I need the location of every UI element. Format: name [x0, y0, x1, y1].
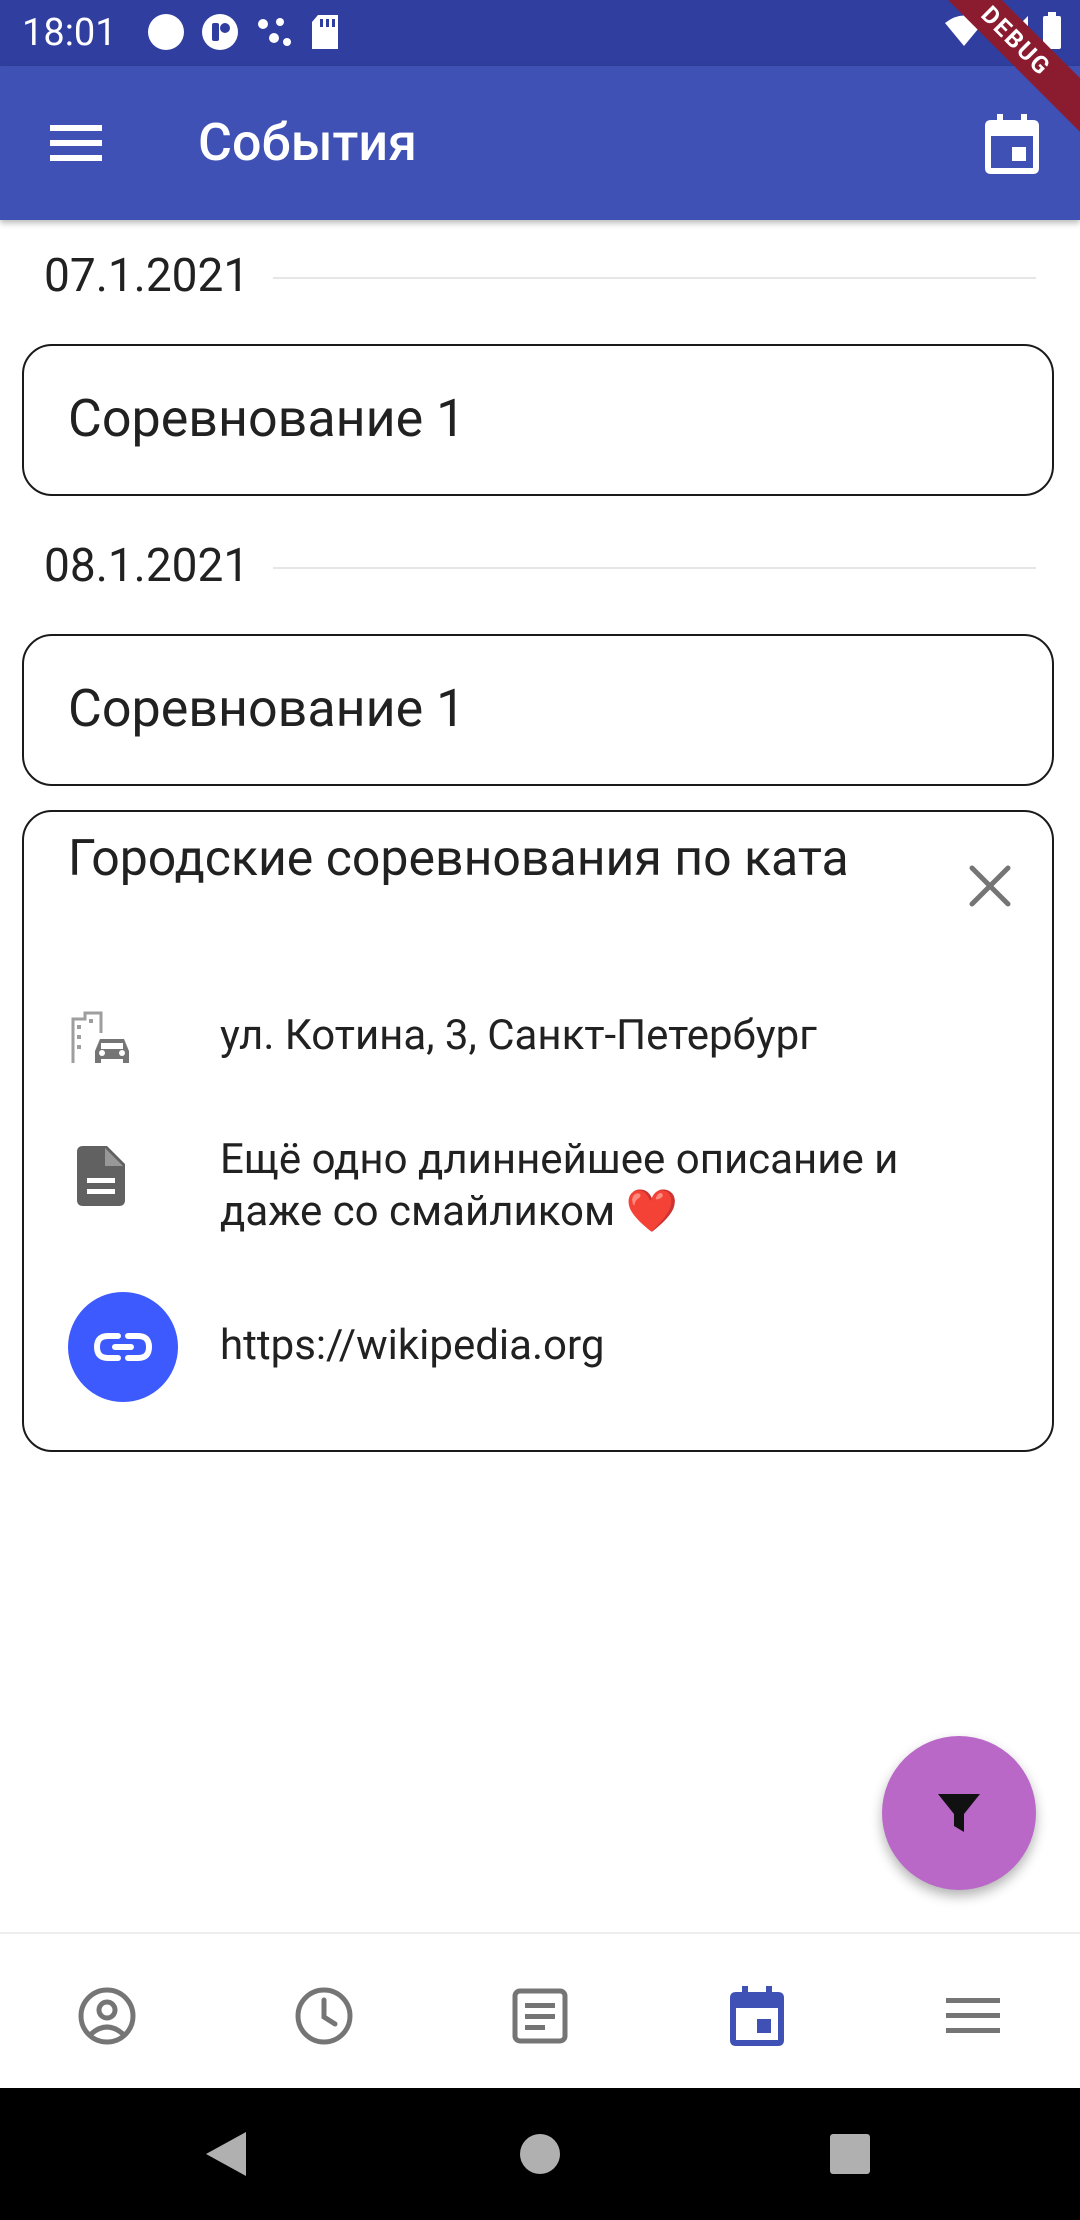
nav-articles[interactable]: [502, 1978, 578, 2054]
description-icon: [68, 1144, 134, 1208]
calendar-icon: [985, 114, 1039, 174]
close-icon: [969, 865, 1011, 907]
back-triangle-icon: [206, 2132, 246, 2176]
status-bar: 18:01: [0, 0, 1080, 66]
calendar-button[interactable]: [972, 104, 1052, 184]
date-divider: [273, 277, 1036, 279]
app-bar: События: [0, 66, 1080, 220]
hamburger-menu-icon: [50, 125, 102, 161]
date-label: 07.1.2021: [44, 249, 250, 303]
clock-icon: [295, 1987, 353, 2045]
system-back-button[interactable]: [196, 2124, 256, 2184]
status-time: 18:01: [22, 11, 117, 55]
system-home-button[interactable]: [510, 2124, 570, 2184]
event-address: ул. Котина, 3, Санкт-Петербург: [220, 1011, 817, 1060]
link-icon: [94, 1333, 152, 1361]
sd-card-icon: [312, 15, 338, 49]
nav-profile[interactable]: [69, 1978, 145, 2054]
expanded-event-card: Городские соревнования по ката ул. Котин…: [22, 810, 1054, 1452]
event-card[interactable]: Соревнование 1: [22, 634, 1054, 786]
recents-square-icon: [830, 2134, 870, 2174]
account-circle-icon: [78, 1987, 136, 2045]
bottom-navigation: [0, 1932, 1080, 2090]
calendar-icon: [730, 1986, 784, 2046]
event-title: Городские соревнования по ката: [68, 830, 849, 888]
link-button-wrap: [68, 1292, 178, 1402]
nav-history[interactable]: [286, 1978, 362, 2054]
article-icon: [512, 1988, 568, 2044]
event-title: Соревнование 1: [68, 678, 466, 739]
location-city-car-icon: [68, 1008, 134, 1068]
date-header: 07.1.2021: [44, 248, 1036, 304]
system-navigation-bar: [0, 2088, 1080, 2220]
nav-more[interactable]: [935, 1978, 1011, 2054]
notification-icons: [146, 12, 342, 52]
page-title: События: [198, 112, 417, 173]
system-recents-button[interactable]: [820, 2124, 880, 2184]
home-circle-icon: [520, 2134, 560, 2174]
filter-icon: [938, 1794, 980, 1832]
dots-notification-icon: [258, 18, 291, 46]
date-header: 08.1.2021: [44, 538, 1036, 594]
circle-notification-icon: [148, 14, 184, 50]
date-label: 08.1.2021: [44, 539, 250, 593]
event-title: Соревнование 1: [68, 388, 466, 449]
app-notification-icon: [202, 14, 238, 50]
event-link[interactable]: https://wikipedia.org: [220, 1320, 1000, 1372]
nav-events[interactable]: [719, 1978, 795, 2054]
event-description: Ещё одно длиннейшее описание и даже со с…: [220, 1135, 899, 1236]
open-link-button[interactable]: [68, 1292, 178, 1402]
menu-icon: [946, 1998, 1000, 2033]
event-card[interactable]: Соревнование 1: [22, 344, 1054, 496]
date-divider: [273, 567, 1036, 569]
close-button[interactable]: [958, 854, 1022, 918]
drawer-menu-button[interactable]: [36, 111, 116, 175]
filter-fab[interactable]: [882, 1736, 1036, 1890]
